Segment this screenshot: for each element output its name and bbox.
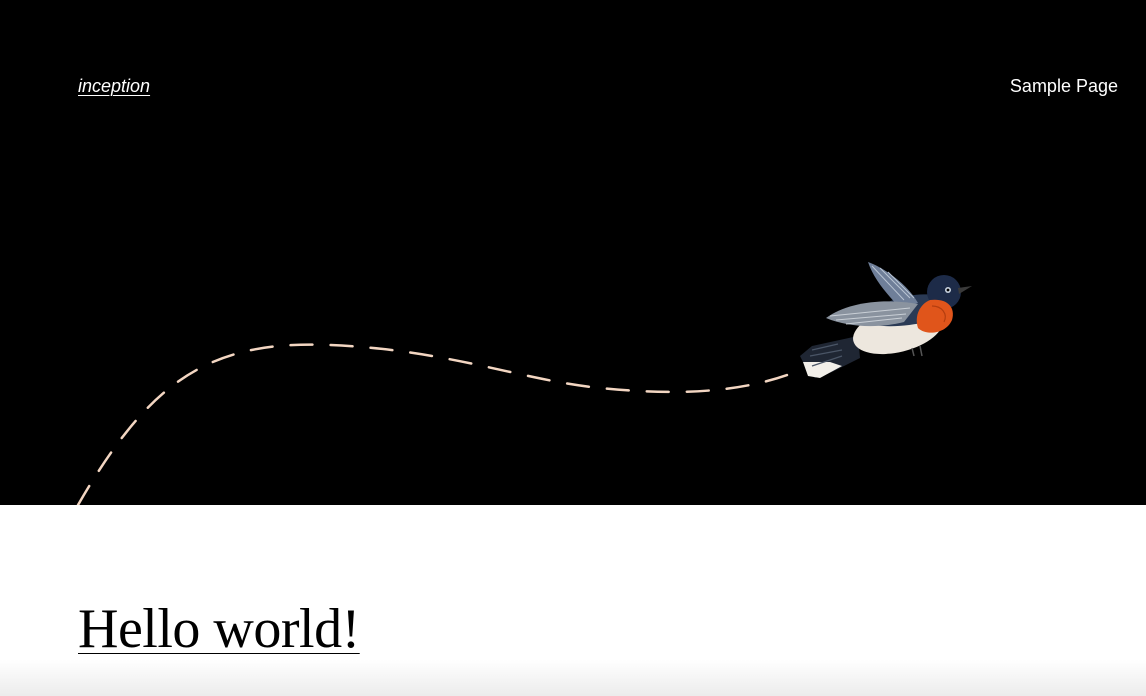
hero-illustration [76, 262, 972, 505]
bird-icon [800, 262, 972, 378]
hero-header: inception Sample Page [0, 0, 1146, 505]
post-title-link[interactable]: Hello world! [78, 597, 360, 661]
flight-path-line [76, 343, 792, 505]
main-content: Hello world! [0, 505, 1146, 696]
bottom-fade-overlay [0, 660, 1146, 696]
